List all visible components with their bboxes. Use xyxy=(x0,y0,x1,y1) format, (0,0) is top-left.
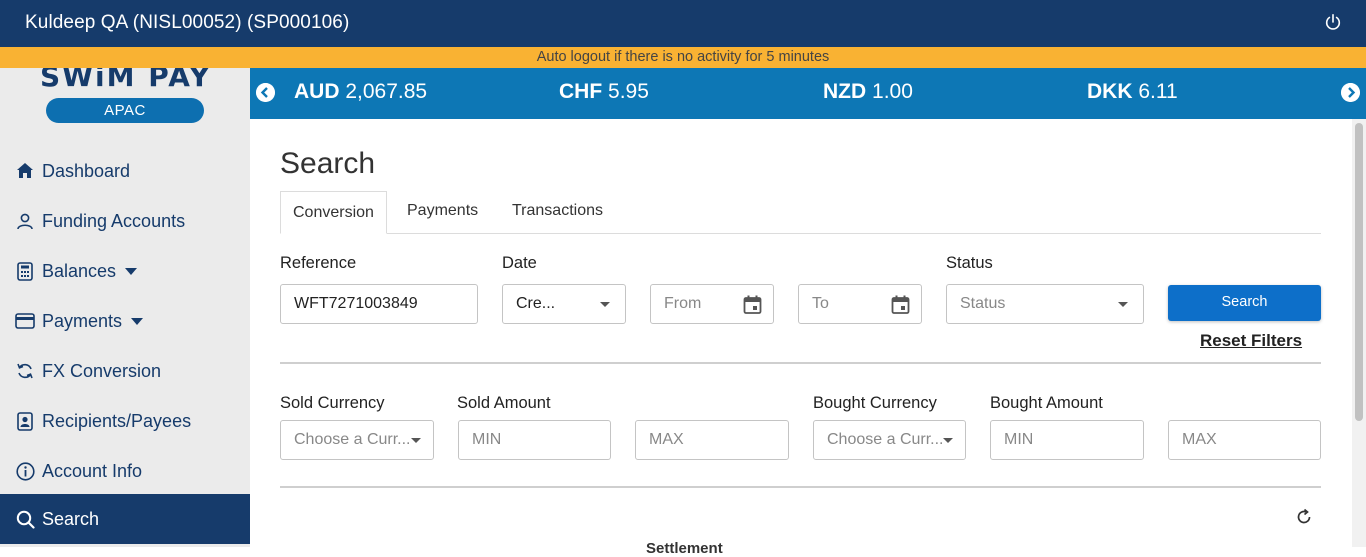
sidebar-item-payments[interactable]: Payments xyxy=(0,296,250,346)
sidebar-item-recipients-payees[interactable]: Recipients/Payees xyxy=(0,396,250,446)
bought-amount-min-input[interactable]: MIN xyxy=(990,420,1144,460)
date-type-value: Cre... xyxy=(516,295,556,312)
status-select[interactable]: Status xyxy=(946,284,1144,324)
sidebar-item-label: Recipients/Payees xyxy=(42,410,192,431)
sidebar-item-label: Search xyxy=(42,508,100,529)
tab-transactions[interactable]: Transactions xyxy=(512,191,603,234)
auto-logout-notice: Auto logout if there is no activity for … xyxy=(0,47,1366,68)
page-title: Search xyxy=(280,147,376,180)
ticker-rate-value: 5.95 xyxy=(608,80,649,103)
credit-card-icon xyxy=(15,311,35,331)
sold-amount-max-input[interactable]: MAX xyxy=(635,420,789,460)
caret-down-icon xyxy=(131,317,144,325)
power-icon[interactable] xyxy=(1324,13,1342,31)
bought-currency-label: Bought Currency xyxy=(813,394,937,412)
ticker-rate-chf: CHF 5.95 xyxy=(559,80,649,104)
reference-label: Reference xyxy=(280,254,357,272)
logo-brand: SWiM PAY xyxy=(40,68,212,93)
chevron-right-icon[interactable] xyxy=(1341,83,1360,102)
sold-amount-label: Sold Amount xyxy=(457,394,551,412)
date-from-input[interactable]: From xyxy=(650,284,774,324)
sidebar-item-balances[interactable]: Balances xyxy=(0,246,250,296)
date-to-placeholder: To xyxy=(812,295,829,312)
bought-amount-max-input[interactable]: MAX xyxy=(1168,420,1321,460)
user-icon xyxy=(15,211,35,231)
calendar-icon[interactable] xyxy=(891,295,910,314)
home-icon xyxy=(15,161,35,181)
status-placeholder: Status xyxy=(960,295,1006,312)
scrollbar[interactable] xyxy=(1352,119,1366,547)
calculator-icon xyxy=(15,261,35,281)
sidebar-item-label: FX Conversion xyxy=(42,360,162,381)
caret-down-icon xyxy=(600,302,610,307)
top-bar: Kuldeep QA (NISL00052) (SP000106) xyxy=(0,0,1366,47)
reset-filters-link[interactable]: Reset Filters xyxy=(1200,331,1302,351)
caret-down-icon xyxy=(943,438,953,443)
date-type-select[interactable]: Cre... xyxy=(502,284,626,324)
scrollbar-thumb[interactable] xyxy=(1355,123,1363,421)
search-button[interactable]: Search xyxy=(1168,285,1321,321)
sync-icon xyxy=(15,361,35,381)
reference-input[interactable]: WFT7271003849 xyxy=(280,284,478,324)
search-icon xyxy=(15,509,35,529)
ticker-rate-code: NZD xyxy=(823,80,867,103)
ticker-rate-nzd: NZD 1.00 xyxy=(823,80,913,104)
sidebar-item-dashboard[interactable]: Dashboard xyxy=(0,146,250,196)
logo-region-badge: APAC xyxy=(46,98,204,123)
sidebar: SWiM PAY APAC Dashboard Funding Accounts… xyxy=(0,68,250,547)
currency-ticker: AUD 2,067.85 CHF 5.95 NZD 1.00 DKK 6.11 xyxy=(250,68,1366,119)
date-from-placeholder: From xyxy=(664,295,702,312)
sold-currency-placeholder: Choose a Curr... xyxy=(294,431,411,448)
ticker-rate-aud: AUD 2,067.85 xyxy=(294,80,427,104)
chevron-left-icon[interactable] xyxy=(256,83,275,102)
ticker-rate-code: AUD xyxy=(294,80,340,103)
sidebar-item-label: Dashboard xyxy=(42,160,131,181)
sidebar-item-fx-conversion[interactable]: FX Conversion xyxy=(0,346,250,396)
caret-down-icon xyxy=(411,438,421,443)
ticker-rate-code: DKK xyxy=(1087,80,1133,103)
sold-amount-min-input[interactable]: MIN xyxy=(458,420,611,460)
caret-down-icon xyxy=(1118,302,1128,307)
main-content: Search Conversion Payments Transactions … xyxy=(250,119,1352,557)
ticker-rate-value: 6.11 xyxy=(1138,80,1178,103)
contact-card-icon xyxy=(15,411,35,431)
refresh-icon[interactable] xyxy=(1295,508,1313,526)
info-icon xyxy=(15,461,35,481)
sidebar-item-label: Funding Accounts xyxy=(42,210,186,231)
sidebar-item-label: Payments xyxy=(42,310,123,331)
table-column-header-settlement: Settlement xyxy=(646,540,723,557)
tab-payments[interactable]: Payments xyxy=(407,191,478,234)
sold-currency-label: Sold Currency xyxy=(280,394,385,412)
sold-currency-select[interactable]: Choose a Curr... xyxy=(280,420,434,460)
date-label: Date xyxy=(502,254,537,272)
calendar-icon[interactable] xyxy=(743,295,762,314)
sidebar-item-search[interactable]: Search xyxy=(0,494,250,544)
sidebar-item-label: Account Info xyxy=(42,460,143,481)
divider xyxy=(280,362,1321,364)
status-label: Status xyxy=(946,254,993,272)
date-to-input[interactable]: To xyxy=(798,284,922,324)
sidebar-item-funding-accounts[interactable]: Funding Accounts xyxy=(0,196,250,246)
ticker-rate-value: 2,067.85 xyxy=(345,80,428,103)
logo[interactable]: SWiM PAY APAC xyxy=(0,68,250,130)
bought-currency-placeholder: Choose a Curr... xyxy=(827,431,944,448)
sidebar-item-label: Balances xyxy=(42,260,117,281)
bought-currency-select[interactable]: Choose a Curr... xyxy=(813,420,966,460)
sidebar-item-account-info[interactable]: Account Info xyxy=(0,446,250,496)
divider xyxy=(280,486,1321,488)
caret-down-icon xyxy=(125,267,138,275)
search-tabs: Conversion Payments Transactions xyxy=(280,191,1321,234)
ticker-rate-value: 1.00 xyxy=(872,80,913,103)
ticker-rate-code: CHF xyxy=(559,80,603,103)
tab-conversion[interactable]: Conversion xyxy=(280,191,387,234)
ticker-rate-dkk: DKK 6.11 xyxy=(1087,80,1178,104)
account-title: Kuldeep QA (NISL00052) (SP000106) xyxy=(25,12,350,33)
bought-amount-label: Bought Amount xyxy=(990,394,1103,412)
